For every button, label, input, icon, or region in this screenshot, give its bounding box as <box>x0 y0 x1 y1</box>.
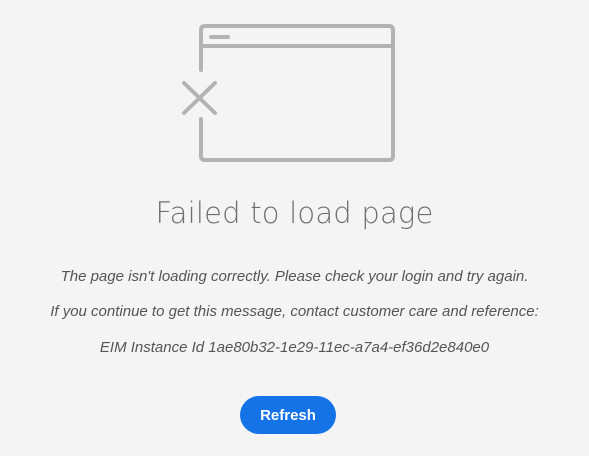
error-message: The page isn't loading correctly. Please… <box>60 268 529 285</box>
support-message: If you continue to get this message, con… <box>50 303 539 320</box>
browser-window-error-icon <box>182 24 395 162</box>
refresh-button[interactable]: Refresh <box>240 396 336 434</box>
error-page: Failed to load page The page isn't loadi… <box>0 0 589 456</box>
error-title: Failed to load page <box>155 196 434 230</box>
instance-reference: EIM Instance Id 1ae80b32-1e29-11ec-a7a4-… <box>99 339 490 356</box>
